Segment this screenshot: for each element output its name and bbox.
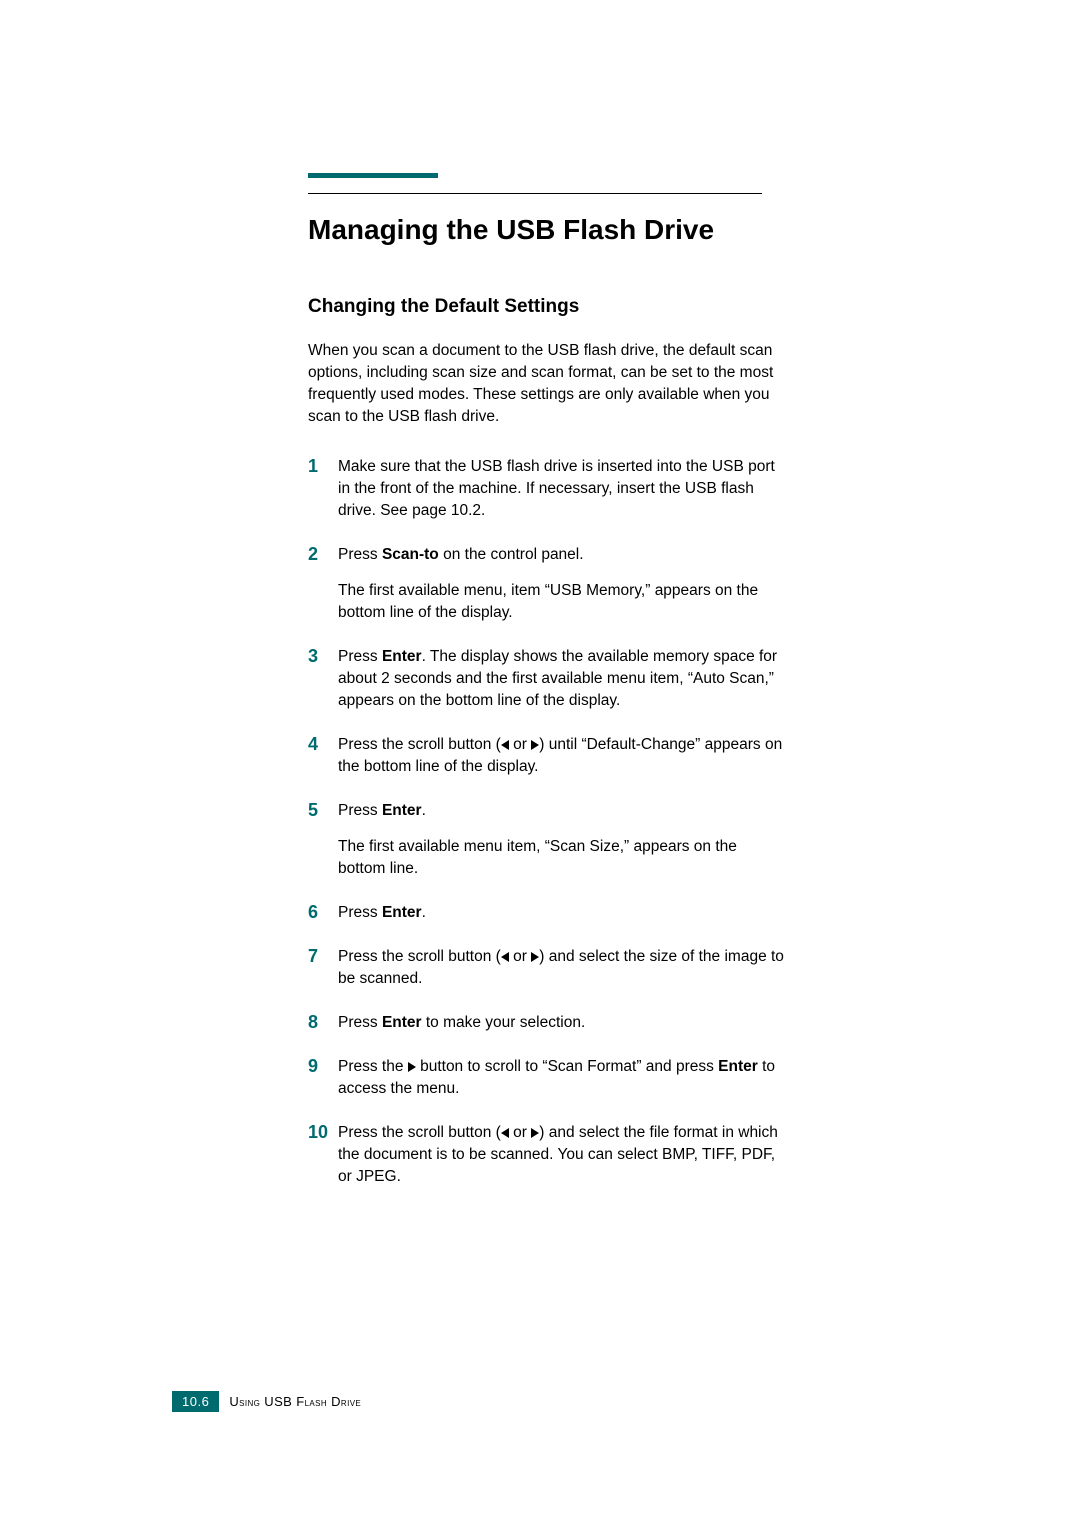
step-text: or — [509, 736, 531, 753]
steps-list: Make sure that the USB flash drive is in… — [308, 456, 788, 1188]
step-text: button to scroll to “Scan Format” and pr… — [416, 1058, 718, 1075]
step-text: Make sure that the USB flash drive is in… — [338, 458, 775, 519]
rule-thin — [308, 193, 762, 194]
step-text: on the control panel. — [439, 546, 584, 563]
step-text: . — [422, 802, 426, 819]
footer-text-part: lash — [305, 1397, 328, 1409]
step-note: The first available menu item, “Scan Siz… — [338, 836, 788, 880]
page-footer: 10.6 Using USB Flash Drive — [172, 1391, 361, 1412]
step-3: Press Enter. The display shows the avail… — [308, 646, 788, 712]
step-6: Press Enter. — [308, 902, 788, 924]
footer-section-label: Using USB Flash Drive — [229, 1394, 361, 1409]
key-label: Scan-to — [382, 546, 439, 563]
footer-text-part: rive — [341, 1397, 361, 1409]
step-text: Press the scroll button ( — [338, 736, 501, 753]
key-label: Enter — [382, 1014, 422, 1031]
triangle-left-icon — [501, 1128, 509, 1138]
step-2: Press Scan-to on the control panel. The … — [308, 544, 788, 624]
step-text: Press the scroll button ( — [338, 1124, 501, 1141]
footer-text-part: U — [229, 1394, 239, 1409]
step-text: Press — [338, 1014, 382, 1031]
footer-text-part: USB F — [260, 1394, 304, 1409]
step-text: Press — [338, 802, 382, 819]
step-text: . — [422, 904, 426, 921]
step-8: Press Enter to make your selection. — [308, 1012, 788, 1034]
triangle-left-icon — [501, 740, 509, 750]
step-1: Make sure that the USB flash drive is in… — [308, 456, 788, 522]
step-5: Press Enter. The first available menu it… — [308, 800, 788, 880]
key-label: Enter — [718, 1058, 758, 1075]
step-text: Press — [338, 648, 382, 665]
key-label: Enter — [382, 648, 422, 665]
step-9: Press the button to scroll to “Scan Form… — [308, 1056, 788, 1100]
step-text: or — [509, 1124, 531, 1141]
step-10: Press the scroll button ( or ) and selec… — [308, 1122, 788, 1188]
section-title: Changing the Default Settings — [308, 296, 790, 318]
step-text: Press — [338, 546, 382, 563]
step-text: Press the scroll button ( — [338, 948, 501, 965]
triangle-right-icon — [408, 1062, 416, 1072]
heading-rule — [308, 160, 790, 196]
rule-accent — [308, 173, 438, 178]
step-text: or — [509, 948, 531, 965]
page-title: Managing the USB Flash Drive — [308, 214, 790, 246]
key-label: Enter — [382, 904, 422, 921]
triangle-left-icon — [501, 952, 509, 962]
step-4: Press the scroll button ( or ) until “De… — [308, 734, 788, 778]
step-7: Press the scroll button ( or ) and selec… — [308, 946, 788, 990]
footer-text-part: D — [327, 1394, 341, 1409]
page-number-badge: 10.6 — [172, 1391, 219, 1412]
manual-page: Managing the USB Flash Drive Changing th… — [0, 0, 1080, 1528]
key-label: Enter — [382, 802, 422, 819]
footer-text-part: sing — [239, 1397, 260, 1409]
step-text: to make your selection. — [422, 1014, 586, 1031]
step-text: Press — [338, 904, 382, 921]
step-text: Press the — [338, 1058, 408, 1075]
intro-paragraph: When you scan a document to the USB flas… — [308, 340, 778, 428]
step-note: The first available menu, item “USB Memo… — [338, 580, 788, 624]
